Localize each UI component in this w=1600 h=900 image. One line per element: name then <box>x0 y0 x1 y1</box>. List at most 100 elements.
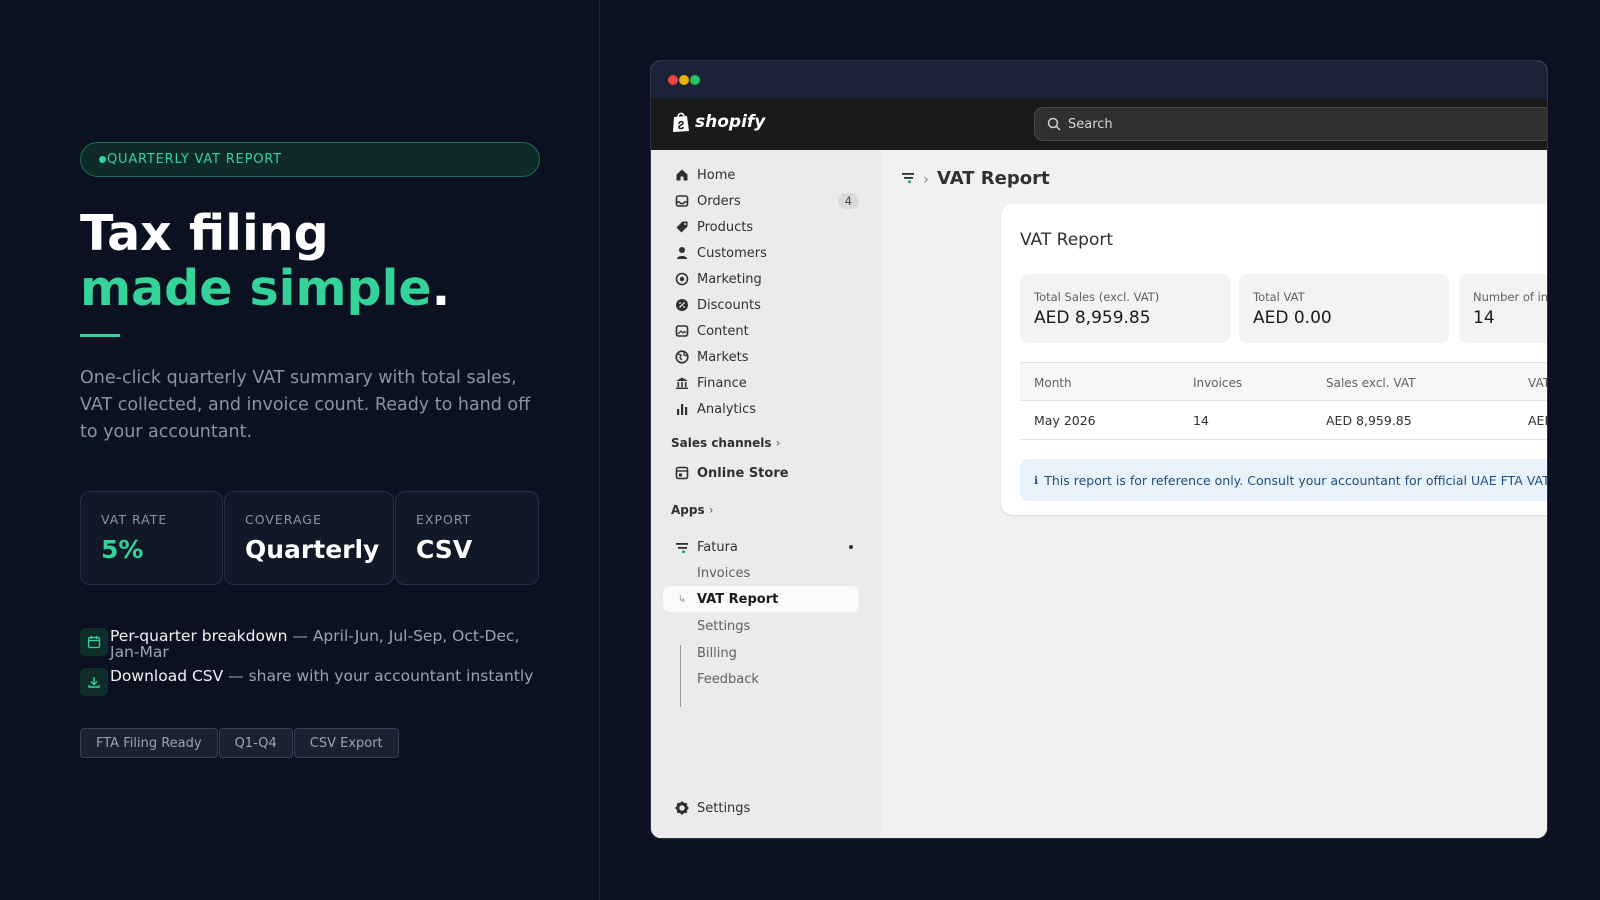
table-cell: 14 <box>1193 413 1209 428</box>
kpi-total-vat: Total VAT AED 0.00 <box>1239 274 1449 343</box>
page-title: VAT Report <box>937 168 1050 189</box>
headline-accent: made simple <box>80 260 432 317</box>
shopify-logo[interactable]: shopify <box>671 111 765 133</box>
sidebar-item-fatura[interactable]: Fatura <box>663 534 859 560</box>
tree-branch-icon: ↳ <box>677 593 687 605</box>
stat-export: EXPORT CSV <box>395 491 539 585</box>
sidebar-item-label: Online Store <box>697 465 789 481</box>
app-window: shopify Search Home Orders 4 Products Cu… <box>650 60 1548 839</box>
sidebar-item-label: Products <box>697 219 754 235</box>
sidebar-item-online-store[interactable]: Online Store <box>663 460 859 486</box>
search-input[interactable]: Search <box>1034 107 1547 141</box>
sales-channels-header[interactable]: Sales channels › <box>671 436 781 450</box>
apps-header[interactable]: Apps › <box>671 503 714 517</box>
sidebar-item-label: Customers <box>697 245 767 261</box>
eyebrow-label: QUARTERLY VAT REPORT <box>107 152 282 167</box>
minimize-window-icon[interactable] <box>679 74 689 85</box>
sidebar-item-markets[interactable]: Markets <box>663 344 859 370</box>
calendar-icon <box>80 628 108 656</box>
sidebar-item-customers[interactable]: Customers <box>663 240 859 266</box>
admin-topbar: shopify Search <box>651 98 1547 150</box>
admin-sidebar: Home Orders 4 Products Customers Marketi… <box>651 150 881 838</box>
eyebrow-pill: QUARTERLY VAT REPORT <box>80 142 540 177</box>
sidebar-item-label: Settings <box>697 800 751 816</box>
vat-table: Month Invoices Sales excl. VAT VAT May 2… <box>1020 362 1548 440</box>
status-dot-icon <box>99 156 106 163</box>
discount-icon <box>663 298 697 312</box>
sidebar-item-label: Home <box>697 167 736 183</box>
sidebar-item-finance[interactable]: Finance <box>663 370 859 396</box>
feature-text: Per-quarter breakdown — April-Jun, Jul-S… <box>110 627 520 661</box>
feature-text: Download CSV — share with your accountan… <box>110 667 534 685</box>
sidebar-item-home[interactable]: Home <box>663 162 859 188</box>
kpi-value: AED 8,959.85 <box>1034 308 1151 328</box>
sidebar-item-label: Marketing <box>697 271 762 287</box>
subnav-item-vat-report[interactable]: ↳ VAT Report <box>663 586 859 612</box>
sidebar-item-label: Markets <box>697 349 749 365</box>
vat-report-card: VAT Report Total Sales (excl. VAT) AED 8… <box>1001 204 1548 515</box>
tag-chip: CSV Export <box>293 728 399 758</box>
gear-icon <box>663 801 697 815</box>
fatura-app-icon <box>663 540 697 554</box>
main-content: › VAT Report VAT Report Total Sales (exc… <box>881 150 1547 838</box>
window-titlebar <box>651 61 1547 98</box>
chevron-right-icon: › <box>775 436 781 450</box>
tag-list: FTA Filing Ready Q1-Q4 CSV Export <box>80 728 399 758</box>
chevron-right-icon: › <box>708 503 714 517</box>
sidebar-item-label: Content <box>697 323 749 339</box>
sidebar-item-analytics[interactable]: Analytics <box>663 396 859 422</box>
kpi-value: 14 <box>1473 308 1495 328</box>
stat-label: COVERAGE <box>245 512 322 527</box>
tag-chip: FTA Filing Ready <box>80 728 218 758</box>
home-icon <box>663 168 697 182</box>
breadcrumb: › VAT Report <box>901 168 1050 189</box>
sidebar-item-settings[interactable]: Settings <box>663 795 859 821</box>
target-icon <box>663 272 697 286</box>
kpi-label: Total Sales (excl. VAT) <box>1034 290 1160 304</box>
kpi-total-sales: Total Sales (excl. VAT) AED 8,959.85 <box>1020 274 1230 343</box>
subnav-item-settings[interactable]: Settings <box>697 619 750 634</box>
fatura-app-icon[interactable] <box>901 168 915 189</box>
stat-value: 5% <box>101 535 144 564</box>
sidebar-item-marketing[interactable]: Marketing <box>663 266 859 292</box>
subnav-item-billing[interactable]: Billing <box>697 646 737 661</box>
shopify-bag-icon <box>673 112 689 132</box>
table-cell: AED 0.00 <box>1528 413 1547 428</box>
tag-icon <box>663 220 697 234</box>
sidebar-item-content[interactable]: Content <box>663 318 859 344</box>
sidebar-item-label: Finance <box>697 375 747 391</box>
feature-item: Download CSV — share with your accountan… <box>80 668 542 696</box>
stat-coverage: COVERAGE Quarterly <box>224 491 394 585</box>
orders-count-badge: 4 <box>837 193 859 209</box>
table-cell: May 2026 <box>1034 413 1096 428</box>
stat-label: EXPORT <box>416 512 472 527</box>
card-title: VAT Report <box>1020 230 1113 250</box>
stat-value: CSV <box>416 535 473 564</box>
sidebar-item-products[interactable]: Products <box>663 214 859 240</box>
column-header: VAT <box>1528 375 1548 390</box>
bar-chart-icon <box>663 402 697 416</box>
sidebar-item-label: Orders <box>697 193 741 209</box>
subnav-item-invoices[interactable]: Invoices <box>697 566 750 581</box>
sidebar-item-label: Discounts <box>697 297 761 313</box>
logo-text: shopify <box>695 112 766 132</box>
download-icon <box>80 668 108 696</box>
stat-value: Quarterly <box>245 535 380 564</box>
chevron-right-icon: › <box>923 169 929 188</box>
stat-vat-rate: VAT RATE 5% <box>80 491 223 585</box>
sidebar-item-orders[interactable]: Orders 4 <box>663 188 859 214</box>
info-banner-text: This report is for reference only. Consu… <box>1044 472 1548 488</box>
table-header: Month Invoices Sales excl. VAT VAT <box>1020 362 1548 401</box>
subnav-item-feedback[interactable]: Feedback <box>697 672 759 687</box>
globe-icon <box>663 350 697 364</box>
headline-period: . <box>431 260 451 317</box>
close-window-icon[interactable] <box>668 74 678 85</box>
stats-row: VAT RATE 5% COVERAGE Quarterly EXPORT CS… <box>80 491 539 585</box>
column-header: Invoices <box>1193 375 1243 390</box>
accent-divider <box>80 334 120 337</box>
sidebar-item-label: Analytics <box>697 401 757 417</box>
maximize-window-icon[interactable] <box>690 74 700 85</box>
kpi-label: Total VAT <box>1253 290 1305 304</box>
bank-icon <box>663 376 697 390</box>
sidebar-item-discounts[interactable]: Discounts <box>663 292 859 318</box>
